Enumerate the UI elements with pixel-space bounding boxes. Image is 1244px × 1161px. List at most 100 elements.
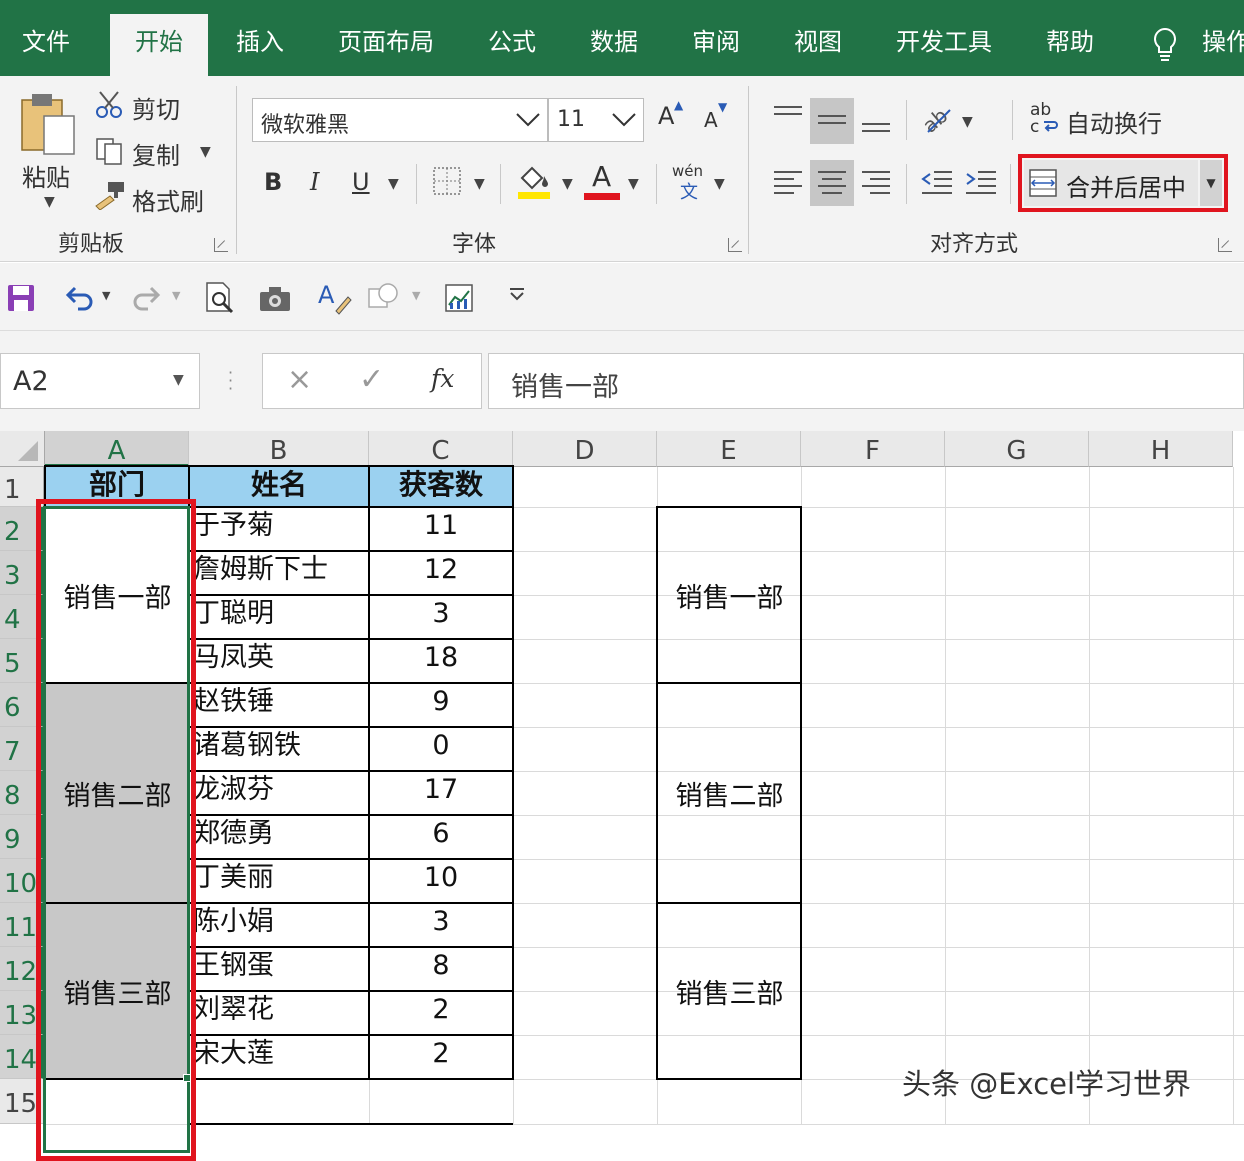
- borders-icon[interactable]: [432, 166, 462, 200]
- italic-button[interactable]: I: [310, 168, 319, 196]
- clipboard-launcher-icon[interactable]: [214, 238, 228, 252]
- redo-icon[interactable]: [132, 283, 164, 317]
- font-launcher-icon[interactable]: [728, 238, 742, 252]
- merge-center-button[interactable]: 合并后居中: [1024, 160, 1198, 206]
- shapes-dropdown-icon[interactable]: ▼: [412, 289, 420, 302]
- column-header-d[interactable]: D: [513, 431, 657, 467]
- name-cell[interactable]: 丁聪明: [193, 592, 369, 636]
- tab-formulas[interactable]: 公式: [488, 14, 536, 76]
- select-all-corner[interactable]: [0, 431, 45, 467]
- column-header-b[interactable]: B: [189, 431, 369, 467]
- name-cell[interactable]: 马凤英: [193, 636, 369, 680]
- merged-dept-cell-e-2[interactable]: 销售二部: [658, 683, 801, 903]
- borders-dropdown-icon[interactable]: ▼: [474, 176, 485, 192]
- merge-dropdown-icon[interactable]: ▼: [1200, 160, 1222, 206]
- column-header-f[interactable]: F: [801, 431, 945, 467]
- align-left-icon[interactable]: [772, 168, 804, 202]
- name-cell[interactable]: 郑德勇: [193, 812, 369, 856]
- name-cell[interactable]: 詹姆斯下士: [193, 548, 369, 592]
- decrease-indent-icon[interactable]: [920, 168, 954, 202]
- save-icon[interactable]: [6, 283, 36, 317]
- spelling-icon[interactable]: A: [316, 279, 352, 319]
- chevron-down-icon[interactable]: [515, 109, 541, 133]
- tab-help[interactable]: 帮助: [1046, 14, 1094, 76]
- tab-tell-me[interactable]: 操作: [1202, 14, 1244, 76]
- orientation-icon[interactable]: ab: [918, 102, 956, 140]
- format-painter-button[interactable]: 格式刷: [132, 182, 204, 217]
- tab-view[interactable]: 视图: [794, 14, 842, 76]
- column-header-h[interactable]: H: [1089, 431, 1233, 467]
- count-cell[interactable]: 18: [369, 636, 513, 680]
- shrink-font-button[interactable]: A: [704, 108, 718, 132]
- fill-color-icon[interactable]: [516, 162, 552, 204]
- column-header-c[interactable]: C: [369, 431, 513, 467]
- name-cell[interactable]: 刘翠花: [193, 988, 369, 1032]
- count-cell[interactable]: 12: [369, 548, 513, 592]
- camera-icon[interactable]: [258, 285, 292, 317]
- name-cell[interactable]: 龙淑芬: [193, 768, 369, 812]
- column-header-e[interactable]: E: [657, 431, 801, 467]
- tab-page-layout[interactable]: 页面布局: [338, 14, 434, 76]
- formula-input[interactable]: 销售一部: [488, 353, 1244, 409]
- count-cell[interactable]: 11: [369, 504, 513, 548]
- phonetic-button[interactable]: wén 文: [670, 162, 710, 203]
- lightbulb-icon[interactable]: [1150, 26, 1180, 66]
- name-cell[interactable]: 丁美丽: [193, 856, 369, 900]
- paste-icon[interactable]: [18, 90, 78, 166]
- fill-dropdown-icon[interactable]: ▼: [562, 176, 573, 192]
- customize-qat-icon[interactable]: [508, 287, 526, 307]
- count-cell[interactable]: 17: [369, 768, 513, 812]
- font-name-box[interactable]: 微软雅黑: [252, 98, 548, 142]
- copy-dropdown-icon[interactable]: ▼: [200, 144, 211, 160]
- undo-dropdown-icon[interactable]: ▼: [102, 289, 110, 302]
- name-cell[interactable]: 陈小娟: [193, 900, 369, 944]
- underline-button[interactable]: U: [352, 168, 370, 196]
- tab-file[interactable]: 文件: [22, 14, 70, 76]
- align-bottom-icon[interactable]: [860, 104, 892, 138]
- wrap-text-button[interactable]: 自动换行: [1066, 104, 1162, 139]
- name-cell[interactable]: 于予菊: [193, 504, 369, 548]
- count-cell[interactable]: 3: [369, 592, 513, 636]
- fill-handle[interactable]: [183, 1074, 191, 1082]
- grow-font-button[interactable]: A: [658, 102, 674, 130]
- name-cell[interactable]: 诸葛钢铁: [193, 724, 369, 768]
- enter-icon[interactable]: ✓: [359, 362, 384, 397]
- shapes-icon[interactable]: [366, 281, 400, 315]
- count-cell[interactable]: 9: [369, 680, 513, 724]
- count-cell[interactable]: 0: [369, 724, 513, 768]
- chart-icon[interactable]: [444, 283, 474, 317]
- worksheet-grid[interactable]: ABCDEFGH 1 2 3 4 5 6 7 8 9 10 11 12 13 14 15 销售一部 销售一部销…: [0, 431, 1244, 1161]
- column-header-a[interactable]: A: [45, 431, 189, 467]
- header-name[interactable]: 姓名: [189, 463, 369, 507]
- paste-dropdown-icon[interactable]: ▼: [44, 194, 55, 210]
- paste-button[interactable]: 粘贴: [22, 158, 70, 193]
- count-cell[interactable]: 3: [369, 900, 513, 944]
- name-box[interactable]: A2 ▼: [0, 353, 200, 409]
- font-color-button[interactable]: A: [584, 160, 620, 200]
- tab-developer[interactable]: 开发工具: [896, 14, 992, 76]
- tab-review[interactable]: 审阅: [692, 14, 740, 76]
- increase-indent-icon[interactable]: [964, 168, 998, 202]
- alignment-launcher-icon[interactable]: [1218, 238, 1232, 252]
- align-top-icon[interactable]: [772, 104, 804, 138]
- column-header-g[interactable]: G: [945, 431, 1089, 467]
- align-right-icon[interactable]: [860, 168, 892, 202]
- tab-insert[interactable]: 插入: [236, 14, 284, 76]
- name-cell[interactable]: 王钢蛋: [193, 944, 369, 988]
- name-box-dropdown-icon[interactable]: ▼: [173, 372, 184, 388]
- merged-dept-cell-e-3[interactable]: 销售三部: [658, 903, 801, 1079]
- font-size-box[interactable]: 11: [548, 98, 644, 142]
- merged-dept-cell-e-1[interactable]: 销售一部: [658, 507, 801, 683]
- undo-icon[interactable]: [62, 283, 94, 317]
- count-cell[interactable]: 10: [369, 856, 513, 900]
- count-cell[interactable]: 2: [369, 988, 513, 1032]
- name-cell[interactable]: 赵铁锤: [193, 680, 369, 724]
- copy-button[interactable]: 复制: [132, 136, 180, 171]
- redo-dropdown-icon[interactable]: ▼: [172, 289, 180, 302]
- underline-dropdown-icon[interactable]: ▼: [388, 176, 399, 192]
- count-cell[interactable]: 6: [369, 812, 513, 856]
- count-cell[interactable]: 8: [369, 944, 513, 988]
- chevron-down-icon[interactable]: [611, 109, 637, 133]
- bold-button[interactable]: B: [264, 168, 282, 196]
- tab-home[interactable]: 开始: [110, 14, 208, 76]
